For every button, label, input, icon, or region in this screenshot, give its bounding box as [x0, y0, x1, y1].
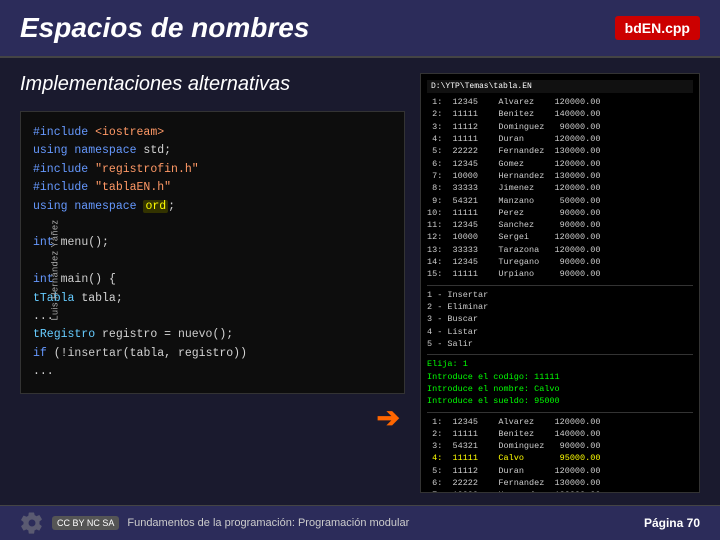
term-row-12: 12: 10000 Sergei 120000.00 [427, 231, 693, 243]
term-row-13: 13: 33333 Tarazona 120000.00 [427, 244, 693, 256]
term-res-5: 5: 11112 Duran 120000.00 [427, 465, 693, 477]
code-line-7: int main() { [33, 271, 392, 289]
footer: CC BY NC SA Fundamentos de la programaci… [0, 505, 720, 540]
term-result-section: 1: 12345 Alvarez 120000.00 2: 11111 Beni… [427, 412, 693, 494]
term-row-15: 15: 11111 Urpiano 90000.00 [427, 268, 693, 280]
license-badge: CC BY NC SA [52, 516, 119, 530]
gear-icon [20, 511, 44, 535]
term-prompt-1: Elija: 1 [427, 358, 693, 370]
term-row-7: 7: 10000 Hernandez 130000.00 [427, 170, 693, 182]
terminal-panel: D:\YTP\Temas\tabla.EN 1: 12345 Alvarez 1… [420, 73, 700, 493]
code-line-8: tTabla tabla; [33, 290, 392, 308]
term-row-14: 14: 12345 Turegano 90000.00 [427, 256, 693, 268]
footer-page: Página 70 [644, 516, 700, 530]
left-panel: Implementaciones alternativas #include <… [20, 73, 405, 493]
arrow-container: ➔ [20, 401, 405, 434]
code-block: #include <iostream> using namespace std;… [20, 111, 405, 394]
term-prompt-2: Introduce el codigo: 11111 [427, 371, 693, 383]
term-row-8: 8: 33333 Jimenez 120000.00 [427, 182, 693, 194]
term-row-3: 3: 11112 Dominguez 90000.00 [427, 121, 693, 133]
arrow-icon: ➔ [377, 401, 400, 434]
section-subtitle: Implementaciones alternativas [20, 73, 405, 96]
code-line-4: #include "tablaEN.h" [33, 179, 392, 197]
term-row-10: 10: 11111 Perez 90000.00 [427, 207, 693, 219]
term-res-1: 1: 12345 Alvarez 120000.00 [427, 416, 693, 428]
term-row-5: 5: 22222 Fernandez 130000.00 [427, 145, 693, 157]
term-res-6: 6: 22222 Fernandez 130000.00 [427, 477, 693, 489]
term-menu-4: 4 - Listar [427, 326, 693, 338]
term-menu-3: 3 - Buscar [427, 313, 693, 325]
code-line-6: int menu(); [33, 234, 392, 252]
term-prompt-section: Elija: 1 Introduce el codigo: 11111 Intr… [427, 354, 693, 407]
term-res-4: 4: 11111 Calvo 95000.00 [427, 452, 693, 464]
terminal-header: D:\YTP\Temas\tabla.EN [427, 80, 693, 93]
header: Espacios de nombres bdEN.cpp [0, 0, 720, 58]
term-prompt-4: Introduce el sueldo: 95000 [427, 395, 693, 407]
footer-text: Fundamentos de la programación: Programa… [127, 517, 409, 529]
code-line-3: #include "registrofin.h" [33, 161, 392, 179]
term-menu-5: 5 - Salir [427, 338, 693, 350]
term-prompt-3: Introduce el nombre: Calvo [427, 383, 693, 395]
term-res-7: 7: 10000 Hernandez 130000.00 [427, 489, 693, 493]
main-content: Implementaciones alternativas #include <… [0, 58, 720, 508]
term-row-4: 4: 11111 Duran 120000.00 [427, 133, 693, 145]
term-res-3: 3: 54321 Dominguez 90000.00 [427, 440, 693, 452]
term-menu-2: 2 - Eliminar [427, 301, 693, 313]
term-res-2: 2: 11111 Benitez 140000.00 [427, 428, 693, 440]
author-label: Luis Hernández Yáñez [49, 220, 59, 321]
term-row-9: 9: 54321 Manzano 50000.00 [427, 195, 693, 207]
code-line-1: #include <iostream> [33, 124, 392, 142]
term-menu-section: 1 - Insertar 2 - Eliminar 3 - Buscar 4 -… [427, 285, 693, 351]
code-line-9: ... [33, 308, 392, 326]
code-line-5: using namespace ord; [33, 198, 392, 216]
term-row-6: 6: 12345 Gomez 120000.00 [427, 158, 693, 170]
footer-left: CC BY NC SA Fundamentos de la programaci… [20, 511, 409, 535]
term-row-1: 1: 12345 Alvarez 120000.00 [427, 96, 693, 108]
file-badge: bdEN.cpp [615, 16, 700, 40]
page-title: Espacios de nombres [20, 12, 309, 44]
code-line-2: using namespace std; [33, 142, 392, 160]
code-line-12: ... [33, 363, 392, 381]
code-line-10: tRegistro registro = nuevo(); [33, 326, 392, 344]
code-line-11: if (!insertar(tabla, registro)) [33, 345, 392, 363]
term-menu-1: 1 - Insertar [427, 289, 693, 301]
term-row-2: 2: 11111 Benitez 140000.00 [427, 108, 693, 120]
term-row-11: 11: 12345 Sanchez 90000.00 [427, 219, 693, 231]
